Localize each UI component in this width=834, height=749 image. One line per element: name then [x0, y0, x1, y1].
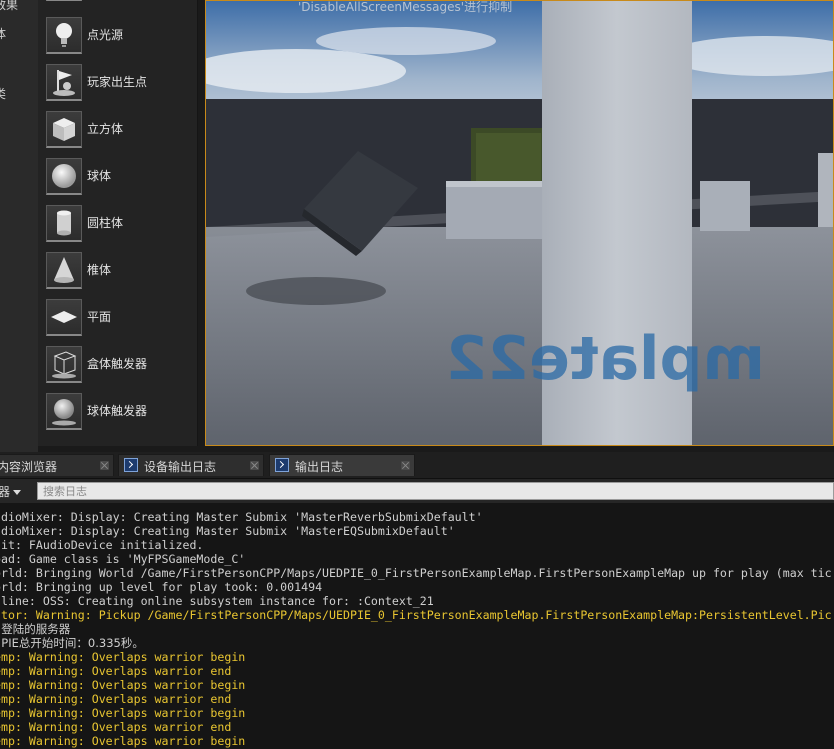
tab-device-output-log[interactable]: 设备输出日志	[118, 454, 264, 476]
box-trigger-icon	[46, 346, 82, 383]
output-log[interactable]: udioMixer: Display: Creating Master Subm…	[0, 503, 834, 749]
place-item-cube[interactable]: 立方体	[38, 109, 197, 153]
place-item-player-start[interactable]: 玩家出生点	[38, 62, 197, 106]
tab-output-log[interactable]: 输出日志	[269, 454, 415, 476]
log-line: 登陆的服务器	[0, 622, 71, 636]
place-item-label: 立方体	[87, 122, 124, 136]
tab-label: 输出日志	[295, 460, 344, 474]
log-line: emp: Warning: Overlaps warrior end	[0, 664, 232, 678]
log-line: orld: Bringing World /Game/FirstPersonCP…	[0, 566, 832, 580]
log-filter-row: 器	[0, 479, 834, 503]
log-line: PIE总开始时间：0.335秒。	[0, 636, 144, 650]
place-item-sphere-trigger[interactable]: 球体触发器	[38, 391, 197, 435]
place-item-cone[interactable]: 椎体	[38, 250, 197, 294]
place-item-label: 椎体	[87, 263, 112, 277]
bottom-tab-bar: 内容浏览器 设备输出日志 输出日志	[0, 452, 834, 479]
category-class[interactable]: 类	[0, 85, 6, 102]
close-icon[interactable]	[250, 461, 259, 470]
filters-label: 器	[0, 485, 11, 499]
search-log-input[interactable]	[37, 482, 834, 500]
category-body[interactable]: 体	[0, 25, 6, 42]
place-item-label: 球体	[87, 169, 112, 183]
place-item-plane[interactable]: 平面	[38, 297, 197, 341]
log-line: udioMixer: Display: Creating Master Subm…	[0, 510, 483, 524]
place-item-label: 点光源	[87, 28, 124, 42]
place-item-sphere[interactable]: 球体	[38, 156, 197, 200]
plane-icon	[46, 299, 82, 336]
tab-content-browser[interactable]: 内容浏览器	[0, 454, 114, 476]
cone-icon	[46, 252, 82, 289]
log-line: emp: Warning: Overlaps warrior begin	[0, 650, 246, 664]
svg-text:mplate22: mplate22	[446, 324, 765, 394]
console-icon	[124, 458, 138, 472]
close-icon[interactable]	[401, 461, 410, 470]
filters-dropdown[interactable]: 器	[0, 483, 22, 500]
viewport-message: 'DisableAllScreenMessages'进行抑制	[298, 0, 513, 14]
point-light-icon	[46, 17, 82, 54]
floor-text: mplate22	[446, 324, 765, 394]
place-item-label: 盒体触发器	[87, 357, 148, 371]
place-item-point-light[interactable]: 点光源	[38, 15, 197, 59]
place-item-cylinder[interactable]: 圆柱体	[38, 203, 197, 247]
level-viewport[interactable]: mplate22 'DisableAllScreenMessages'进行抑制	[205, 0, 834, 446]
category-effects[interactable]: 效果	[0, 0, 18, 13]
log-line: oad: Game class is 'MyFPSGameMode_C'	[0, 552, 246, 566]
place-item-label: 玩家出生点	[87, 75, 148, 89]
place-item-label: 球体触发器	[87, 404, 148, 418]
place-actors-panel: 点光源 玩家出生点 立方体 球体 圆柱体 椎体 平面 盒体触发器 球体触发器	[38, 0, 198, 446]
sphere-trigger-icon	[46, 393, 82, 430]
place-item-label: 平面	[87, 310, 112, 324]
tab-label: 内容浏览器	[0, 460, 58, 474]
log-line: emp: Warning: Overlaps warrior end	[0, 720, 232, 734]
viewport-scene: mplate22	[206, 1, 833, 445]
log-line: udioMixer: Display: Creating Master Subm…	[0, 524, 455, 538]
log-line: emp: Warning: Overlaps warrior begin	[0, 734, 246, 748]
sphere-icon	[46, 158, 82, 195]
chevron-down-icon	[13, 490, 22, 495]
log-line: emp: Warning: Overlaps warrior begin	[0, 706, 246, 720]
place-item-box-trigger[interactable]: 盒体触发器	[38, 344, 197, 388]
place-item-partial[interactable]	[38, 0, 197, 6]
cube-icon	[46, 111, 82, 148]
log-line: ctor: Warning: Pickup /Game/FirstPersonC…	[0, 608, 832, 622]
log-line: nline: OSS: Creating online subsystem in…	[0, 594, 434, 608]
place-item-label: 圆柱体	[87, 216, 124, 230]
tab-label: 设备输出日志	[144, 460, 217, 474]
log-line: emp: Warning: Overlaps warrior end	[0, 692, 232, 706]
cylinder-icon	[46, 205, 82, 242]
console-icon	[275, 458, 289, 472]
log-line: nit: FAudioDevice initialized.	[0, 538, 204, 552]
player-start-icon	[46, 64, 82, 101]
log-line: emp: Warning: Overlaps warrior begin	[0, 678, 246, 692]
light-icon	[46, 0, 82, 1]
log-line: orld: Bringing up level for play took: 0…	[0, 580, 323, 594]
close-icon[interactable]	[100, 461, 109, 470]
category-strip: 效果 体 类	[0, 0, 38, 452]
